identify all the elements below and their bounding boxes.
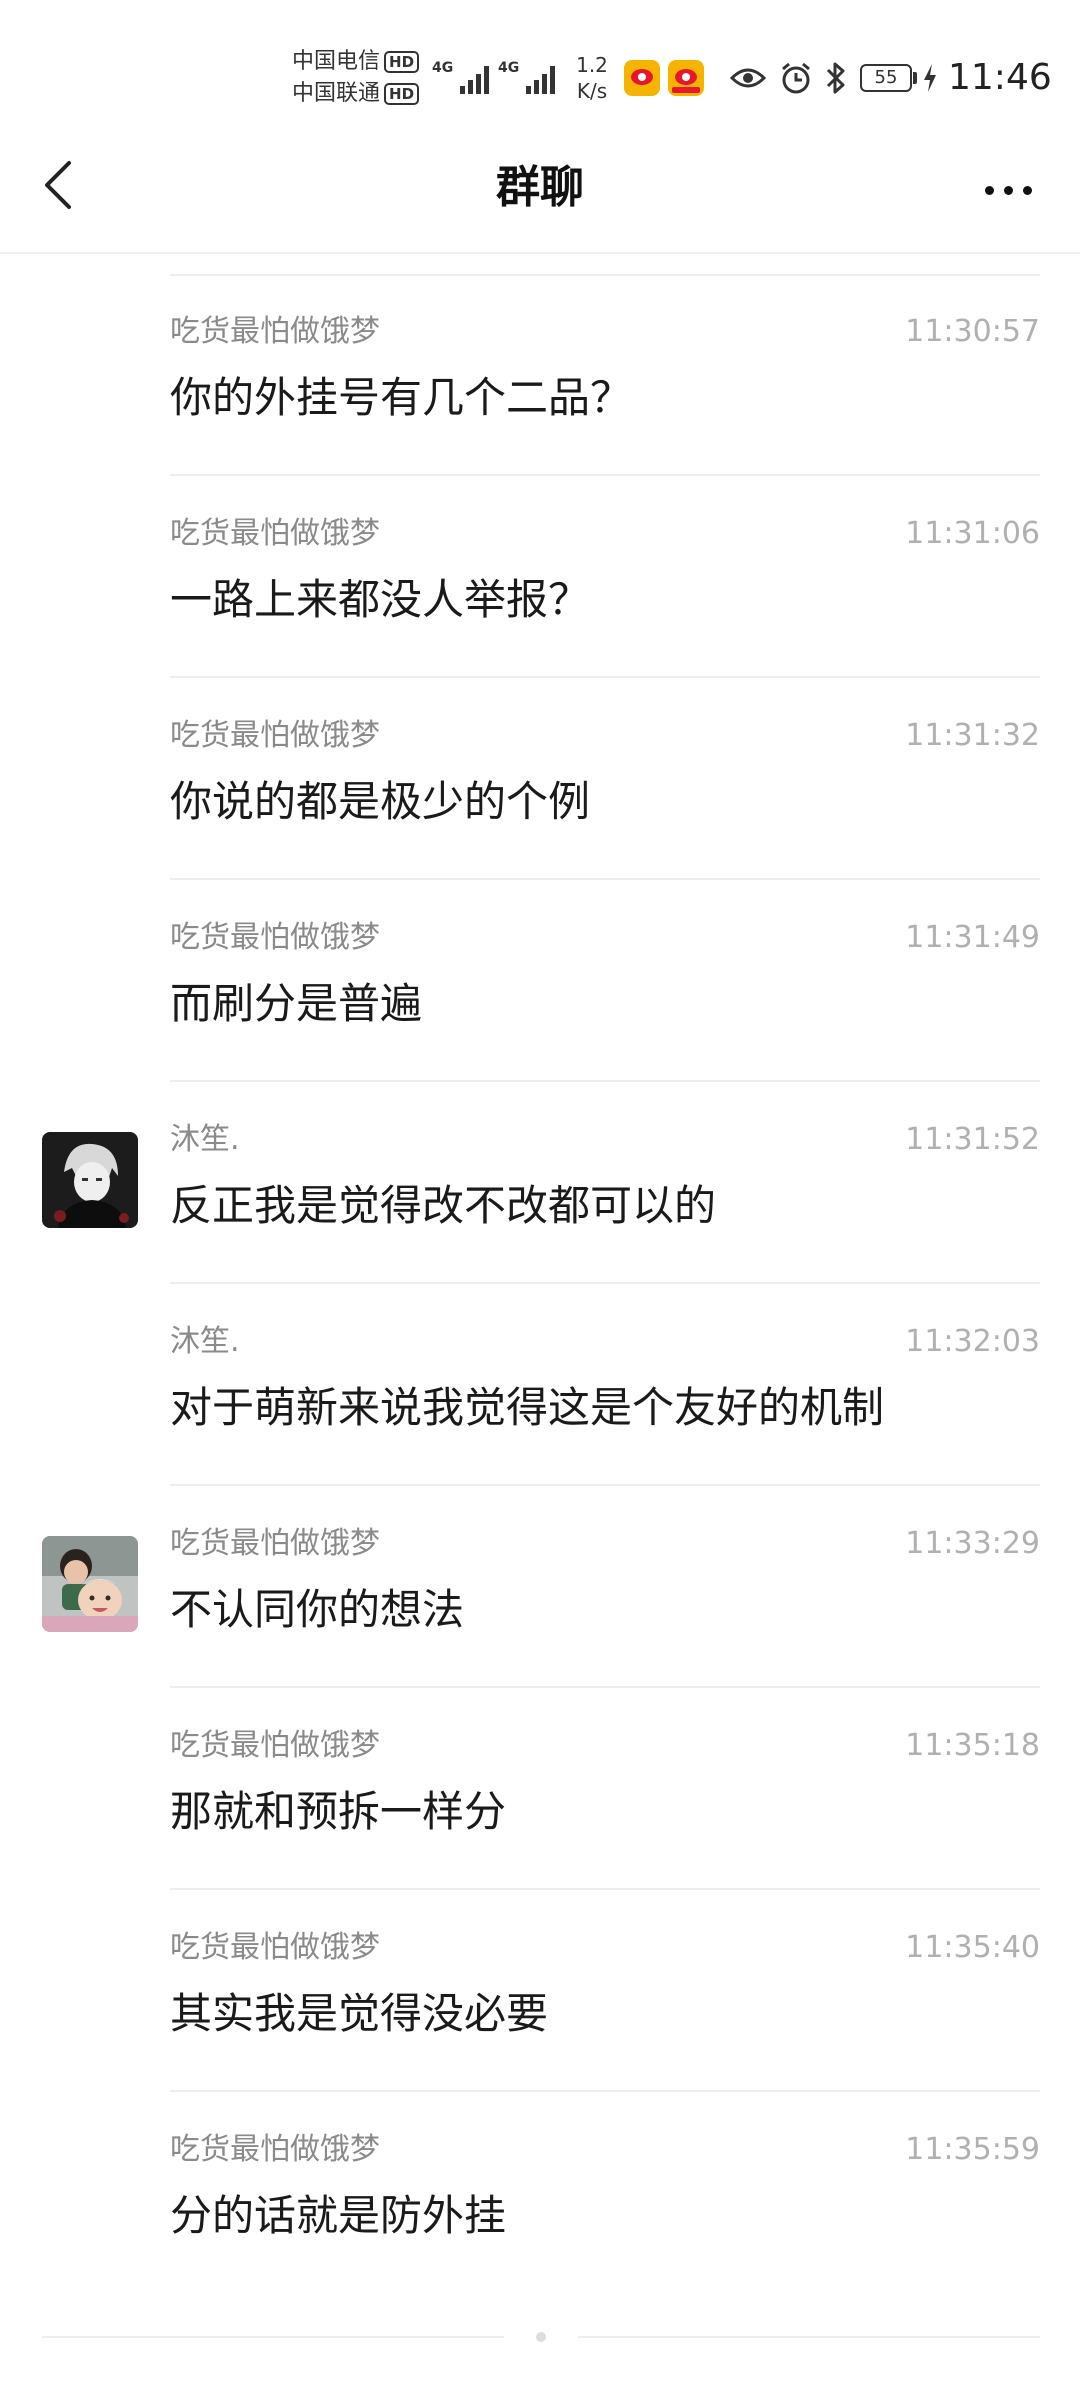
carrier-2: 中国联通: [292, 81, 381, 106]
message-item[interactable]: 吃货最怕做饿梦 11:31:49 而刷分是普遍: [0, 880, 1080, 1082]
divider: [42, 2336, 504, 2338]
bluetooth-icon: [816, 58, 856, 98]
message-item[interactable]: 吃货最怕做饿梦 11:31:32 你说的都是极少的个例: [0, 678, 1080, 880]
chevron-left-icon: [45, 161, 71, 209]
message-text: 其实我是觉得没必要: [170, 1989, 549, 2038]
hd-badge: HD: [384, 51, 420, 73]
sender-name: 吃货最怕做饿梦: [170, 1930, 380, 1965]
message-item[interactable]: 沐笙. 11:31:52 反正我是觉得改不改都可以的: [0, 1082, 1080, 1284]
message-item[interactable]: 吃货最怕做饿梦 11:35:40 其实我是觉得没必要: [0, 1890, 1080, 2092]
weibo-icon: [668, 60, 704, 96]
message-time: 11:31:52: [905, 1122, 1040, 1157]
battery-level: 55: [874, 67, 898, 88]
carrier-info: 中国电信 HD 中国联通 HD: [292, 46, 422, 110]
sender-name: 吃货最怕做饿梦: [170, 516, 380, 551]
message-text: 一路上来都没人举报？: [170, 575, 591, 624]
message-time: 11:35:59: [905, 2132, 1040, 2167]
alarm-icon: [776, 58, 816, 98]
message-time: 11:35:40: [905, 1930, 1040, 1965]
message-item[interactable]: 吃货最怕做饿梦 11:31:06 一路上来都没人举报？: [0, 476, 1080, 678]
page-title: 群聊: [496, 162, 584, 213]
carrier-1: 中国电信: [292, 49, 381, 74]
message-text: 对于萌新来说我觉得这是个友好的机制: [170, 1383, 885, 1432]
hd-badge: HD: [384, 83, 420, 105]
message-time: 11:30:57: [905, 314, 1040, 349]
kids-photo-avatar: [42, 1536, 138, 1632]
more-dots-icon: [984, 185, 994, 195]
message-item[interactable]: 吃货最怕做饿梦 11:35:18 那就和预拆一样分: [0, 1688, 1080, 1890]
clock: 11:46: [948, 57, 1052, 98]
sender-name: 吃货最怕做饿梦: [170, 718, 380, 753]
message-time: 11:31:32: [905, 718, 1040, 753]
message-text: 你说的都是极少的个例: [170, 777, 591, 826]
message-item[interactable]: 吃货最怕做饿梦 11:30:57 你的外挂号有几个二品？: [0, 274, 1080, 476]
eye-icon: [728, 58, 768, 98]
avatar[interactable]: [42, 1132, 138, 1228]
message-time: 11:31:49: [905, 920, 1040, 955]
message-item[interactable]: 沐笙. 11:32:03 对于萌新来说我觉得这是个友好的机制: [0, 1284, 1080, 1486]
sender-name: 吃货最怕做饿梦: [170, 920, 380, 955]
avatar[interactable]: [42, 1536, 138, 1632]
message-item[interactable]: 吃货最怕做饿梦 11:33:29 不认同你的想法: [0, 1486, 1080, 1688]
sender-name: 沐笙.: [170, 1122, 240, 1157]
net-speed-unit: K/s: [576, 79, 608, 103]
message-time: 11:33:29: [905, 1526, 1040, 1561]
message-text: 那就和预拆一样分: [170, 1787, 507, 1836]
charging-icon: [916, 58, 944, 98]
message-text: 不认同你的想法: [170, 1585, 465, 1634]
network-type: 4G: [432, 60, 454, 76]
dark-character-avatar: [42, 1132, 138, 1228]
sender-name: 吃货最怕做饿梦: [170, 314, 380, 349]
net-speed-value: 1.2: [576, 53, 608, 77]
battery-icon: 55: [860, 64, 912, 92]
net-speed: 1.2 K/s: [568, 52, 616, 104]
message-time: 11:32:03: [905, 1324, 1040, 1359]
message-time: 11:35:18: [905, 1728, 1040, 1763]
nav-bar: 群聊: [0, 122, 1080, 254]
message-item[interactable]: 吃货最怕做饿梦 11:35:59 分的话就是防外挂: [0, 2092, 1080, 2294]
message-text: 你的外挂号有几个二品？: [170, 373, 633, 422]
end-of-list-dot: [536, 2332, 546, 2342]
weibo-icon: [624, 60, 660, 96]
divider: [578, 2336, 1040, 2338]
network-type: 4G: [498, 60, 520, 76]
sender-name: 吃货最怕做饿梦: [170, 1728, 380, 1763]
sender-name: 吃货最怕做饿梦: [170, 1526, 380, 1561]
more-button[interactable]: [968, 160, 1048, 220]
message-text: 反正我是觉得改不改都可以的: [170, 1181, 717, 1230]
message-text: 分的话就是防外挂: [170, 2191, 507, 2240]
back-button[interactable]: [22, 150, 92, 220]
message-time: 11:31:06: [905, 516, 1040, 551]
message-text: 而刷分是普遍: [170, 979, 423, 1028]
sender-name: 沐笙.: [170, 1324, 240, 1359]
sender-name: 吃货最怕做饿梦: [170, 2132, 380, 2167]
